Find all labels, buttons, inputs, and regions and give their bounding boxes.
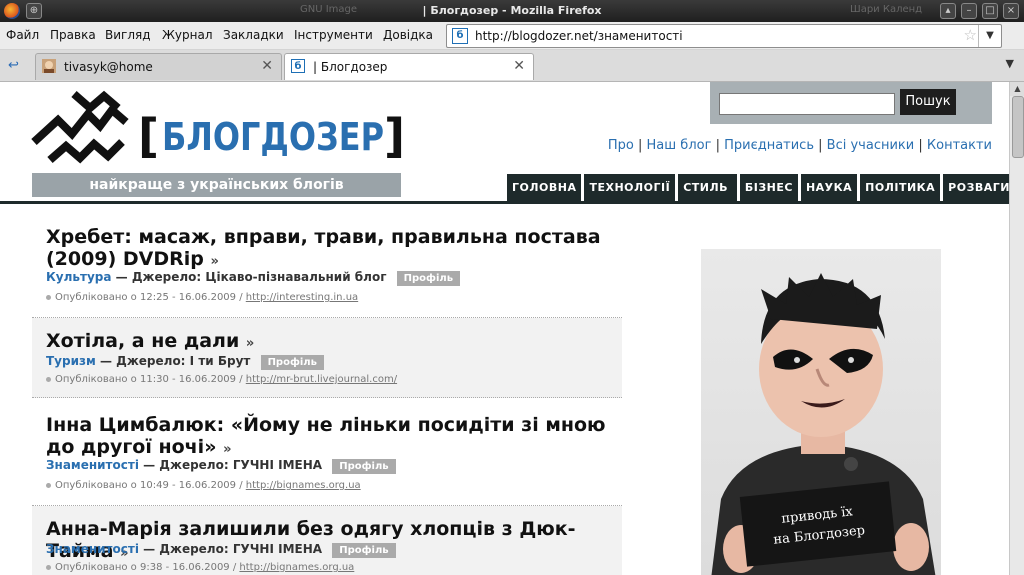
post-date: Опубліковано о 12:25 - 16.06.2009 / http… xyxy=(46,292,358,303)
window-shade-button[interactable]: ▴ xyxy=(940,3,956,19)
link-about[interactable]: Про xyxy=(608,138,634,153)
menu-edit[interactable]: Правка xyxy=(50,28,96,42)
site-favicon: б xyxy=(452,28,468,44)
bullet-icon xyxy=(46,564,51,570)
search-button[interactable]: Пошук xyxy=(900,89,956,115)
post-date: Опубліковано о 11:30 - 16.06.2009 / http… xyxy=(46,374,397,385)
link-separator: | xyxy=(638,138,643,153)
site-tagline: найкраще з українських блогів xyxy=(32,173,401,197)
bullet-icon xyxy=(46,376,51,382)
post-meta: Туризм — Джерело: І ти Брут Профіль xyxy=(46,354,324,370)
post-item: Хребет: масаж, вправи, трави, правильна … xyxy=(32,222,622,318)
back-arrow-icon[interactable]: ↩ xyxy=(8,58,19,73)
search-input[interactable] xyxy=(719,93,895,115)
nav-technology[interactable]: ТЕХНОЛОГІЇ xyxy=(584,174,676,202)
post-date: Опубліковано о 10:49 - 16.06.2009 / http… xyxy=(46,480,361,491)
nav-home[interactable]: ГОЛОВНА xyxy=(507,174,582,202)
svg-text:]: ] xyxy=(384,109,405,163)
link-contacts[interactable]: Контакти xyxy=(927,138,992,153)
post-category[interactable]: Знаменитості xyxy=(46,542,139,556)
post-source-link[interactable]: http://interesting.in.ua xyxy=(246,292,358,303)
menu-history[interactable]: Журнал xyxy=(162,28,213,42)
post-source[interactable]: Цікаво-пізнавальний блог xyxy=(205,270,386,284)
post-category[interactable]: Туризм xyxy=(46,354,96,368)
avatar-icon xyxy=(42,59,56,73)
ad-banner[interactable]: приводь їх на Блогдозер xyxy=(701,249,941,575)
bullet-icon xyxy=(46,482,51,488)
bookmark-star-icon[interactable]: ☆ xyxy=(964,26,977,44)
scroll-thumb[interactable] xyxy=(1012,96,1024,158)
window-close-button[interactable]: × xyxy=(1003,3,1019,19)
window-minimize-button[interactable]: – xyxy=(961,3,977,19)
link-our-blog[interactable]: Наш блог xyxy=(647,138,712,153)
menu-file[interactable]: Файл xyxy=(6,28,39,42)
header-rule xyxy=(0,201,1009,204)
profile-button[interactable]: Профіль xyxy=(396,271,461,286)
url-text[interactable]: http://blogdozer.net/знаменитості xyxy=(475,29,683,43)
nav-lifestyle[interactable]: СТИЛЬ ЖИТТЯ xyxy=(678,174,737,222)
logo-wordmark: БЛОГДОЗЕР xyxy=(162,115,384,159)
nav-politics[interactable]: ПОЛІТИКА xyxy=(860,174,941,202)
post-source[interactable]: І ти Брут xyxy=(190,354,251,368)
post-category[interactable]: Культура xyxy=(46,270,111,284)
post-title[interactable]: Інна Цимбалюк: «Йому не ліньки посидіти … xyxy=(46,414,606,461)
all-tabs-icon[interactable]: ▼ xyxy=(1006,57,1014,70)
menu-bar: Файл Правка Вигляд Журнал Закладки Інстр… xyxy=(0,22,1024,50)
tab-label: | Блогдозер xyxy=(313,60,388,74)
nav-business[interactable]: БІЗНЕС xyxy=(739,174,798,202)
scroll-up-icon[interactable]: ▲ xyxy=(1010,82,1024,96)
post-category[interactable]: Знаменитості xyxy=(46,458,139,472)
nav-entertainment[interactable]: РОЗВАГИ xyxy=(943,174,1009,202)
profile-button[interactable]: Профіль xyxy=(260,355,324,370)
url-dropdown-icon[interactable]: ▼ xyxy=(978,25,1001,47)
link-separator: | xyxy=(818,138,823,153)
page-viewport: [ ] БЛОГДОЗЕР найкраще з українських бло… xyxy=(0,82,1009,575)
profile-button[interactable]: Профіль xyxy=(332,459,396,474)
menu-help[interactable]: Довідка xyxy=(383,28,433,42)
post-source-link[interactable]: http://bignames.org.ua xyxy=(239,562,354,573)
post-title[interactable]: Хотіла, а не дали » xyxy=(46,330,606,355)
window-maximize-button[interactable]: □ xyxy=(982,3,998,19)
link-separator: | xyxy=(715,138,720,153)
post-date: Опубліковано о 9:38 - 16.06.2009 / http:… xyxy=(46,562,354,573)
tab-tivasyk[interactable]: tivasyk@home ✕ xyxy=(35,53,282,80)
top-links: Про | Наш блог | Приєднатись | Всі учасн… xyxy=(608,138,992,153)
person-photo-icon: приводь їх на Блогдозер xyxy=(711,273,936,575)
bullet-icon xyxy=(46,294,51,300)
link-separator: | xyxy=(918,138,923,153)
link-all-members[interactable]: Всі учасники xyxy=(827,138,915,153)
post-source-link[interactable]: http://mr-brut.livejournal.com/ xyxy=(246,374,397,385)
nav-science[interactable]: НАУКА xyxy=(800,174,858,202)
main-nav: ГОЛОВНА ТЕХНОЛОГІЇ СТИЛЬ ЖИТТЯ БІЗНЕС НА… xyxy=(507,174,1009,222)
search-box: Пошук xyxy=(710,82,992,124)
window-title: | Блогдозер - Mozilla Firefox xyxy=(422,4,602,17)
menu-bookmarks[interactable]: Закладки xyxy=(223,28,284,42)
post-source[interactable]: ГУЧНІ ІМЕНА xyxy=(233,542,322,556)
post-source-link[interactable]: http://bignames.org.ua xyxy=(246,480,361,491)
post-source[interactable]: ГУЧНІ ІМЕНА xyxy=(233,458,322,472)
tab-close-icon[interactable]: ✕ xyxy=(513,58,525,74)
page-scrollbar[interactable]: ▲ xyxy=(1009,82,1024,575)
post-item: Інна Цимбалюк: «Йому не ліньки посидіти … xyxy=(32,398,622,506)
post-meta: Знаменитості — Джерело: ГУЧНІ ІМЕНА Проф… xyxy=(46,458,396,474)
site-favicon: б xyxy=(291,59,305,73)
profile-button[interactable]: Профіль xyxy=(332,543,396,558)
bulldozer-logo-icon: [ ] БЛОГДОЗЕР xyxy=(31,90,405,164)
window-titlebar: ⊕ GNU Image Шари Календ | Блогдозер - Mo… xyxy=(0,0,1024,22)
address-bar[interactable]: б http://blogdozer.net/знаменитості ☆ ▼ xyxy=(446,24,1002,48)
tab-label: tivasyk@home xyxy=(64,60,153,74)
link-join[interactable]: Приєднатись xyxy=(724,138,814,153)
svg-text:[: [ xyxy=(138,109,159,163)
tab-blogdozer[interactable]: б | Блогдозер ✕ xyxy=(284,53,534,80)
post-item: Хотіла, а не дали » Туризм — Джерело: І … xyxy=(32,318,622,398)
menu-view[interactable]: Вигляд xyxy=(105,28,151,42)
site-logo[interactable]: [ ] БЛОГДОЗЕР xyxy=(30,90,410,175)
tab-close-icon[interactable]: ✕ xyxy=(261,58,273,74)
menu-tools[interactable]: Інструменти xyxy=(294,28,373,42)
post-title[interactable]: Хребет: масаж, вправи, трави, правильна … xyxy=(46,226,606,273)
post-meta: Культура — Джерело: Цікаво-пізнавальний … xyxy=(46,270,461,286)
tab-bar: ↩ tivasyk@home ✕ б | Блогдозер ✕ ▼ xyxy=(0,50,1024,82)
post-item: Анна-Марія залишили без одягу хлопців з … xyxy=(32,506,622,575)
post-meta: Знаменитості — Джерело: ГУЧНІ ІМЕНА Проф… xyxy=(46,542,396,558)
